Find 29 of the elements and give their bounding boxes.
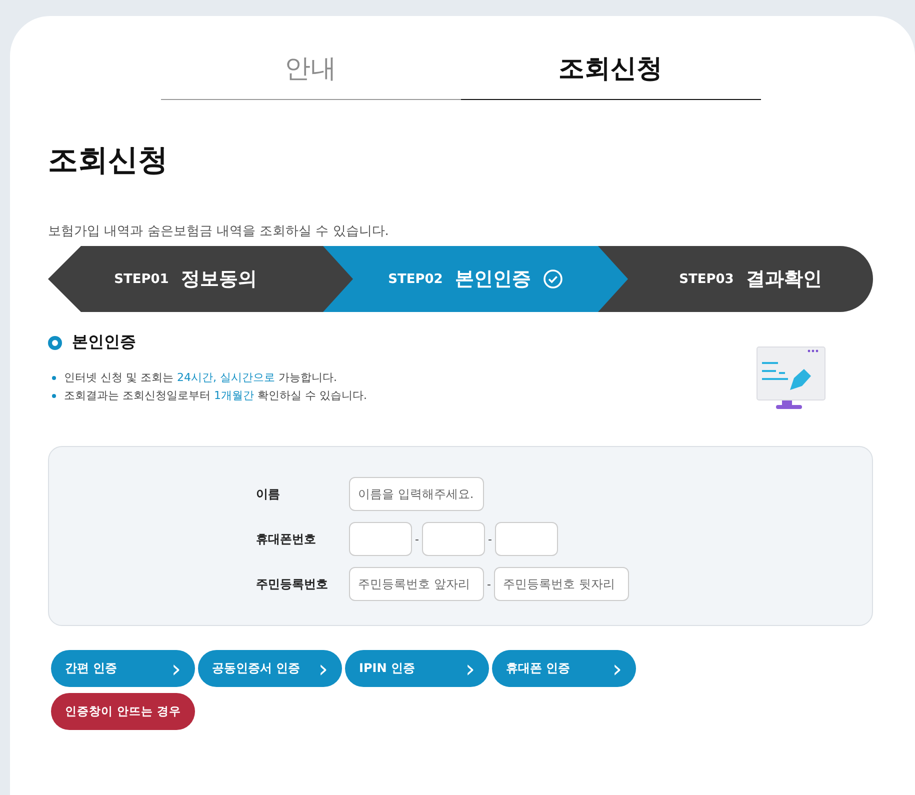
separator: - [488, 532, 492, 546]
step-number: STEP01 [114, 272, 169, 286]
ring-icon [48, 336, 62, 350]
bullet-icon [52, 376, 56, 380]
field-label: 주민등록번호 [256, 576, 329, 592]
input-field[interactable]: 주민등록번호 뒷자리 [494, 567, 629, 601]
note: 인터넷 신청 및 조회는 24시간, 실시간으로 가능합니다. [64, 370, 337, 386]
field-label: 이름 [256, 486, 281, 502]
separator: - [487, 578, 491, 590]
separator: - [415, 532, 419, 546]
step-number: STEP02 [388, 272, 443, 286]
tab[interactable]: 조회신청 [460, 44, 760, 100]
check-circle-icon [542, 269, 563, 289]
step-number: STEP03 [679, 272, 734, 286]
step-label: 정보동의 [180, 267, 257, 292]
note: 조회결과는 조회신청일로부터 1개월간 확인하실 수 있습니다. [64, 388, 367, 404]
input-field[interactable] [494, 522, 558, 556]
page-title: 조회신청 [48, 142, 169, 180]
step-label: 결과확인 [746, 267, 822, 292]
input-field[interactable]: 주민등록번호 앞자리 [349, 567, 484, 601]
description: 보험가입 내역과 숨은보험금 내역을 조회하실 수 있습니다. [48, 223, 390, 240]
input-field[interactable]: 이름을 입력해주세요. [349, 477, 484, 511]
field-label: 휴대폰번호 [256, 530, 317, 548]
input-field[interactable] [349, 522, 412, 556]
section-title: 본인인증 [72, 332, 136, 353]
input-field[interactable] [422, 522, 485, 556]
tab[interactable]: 안내 [160, 44, 460, 100]
bullet-icon [52, 394, 56, 398]
step-label: 본인인증 [454, 267, 531, 292]
